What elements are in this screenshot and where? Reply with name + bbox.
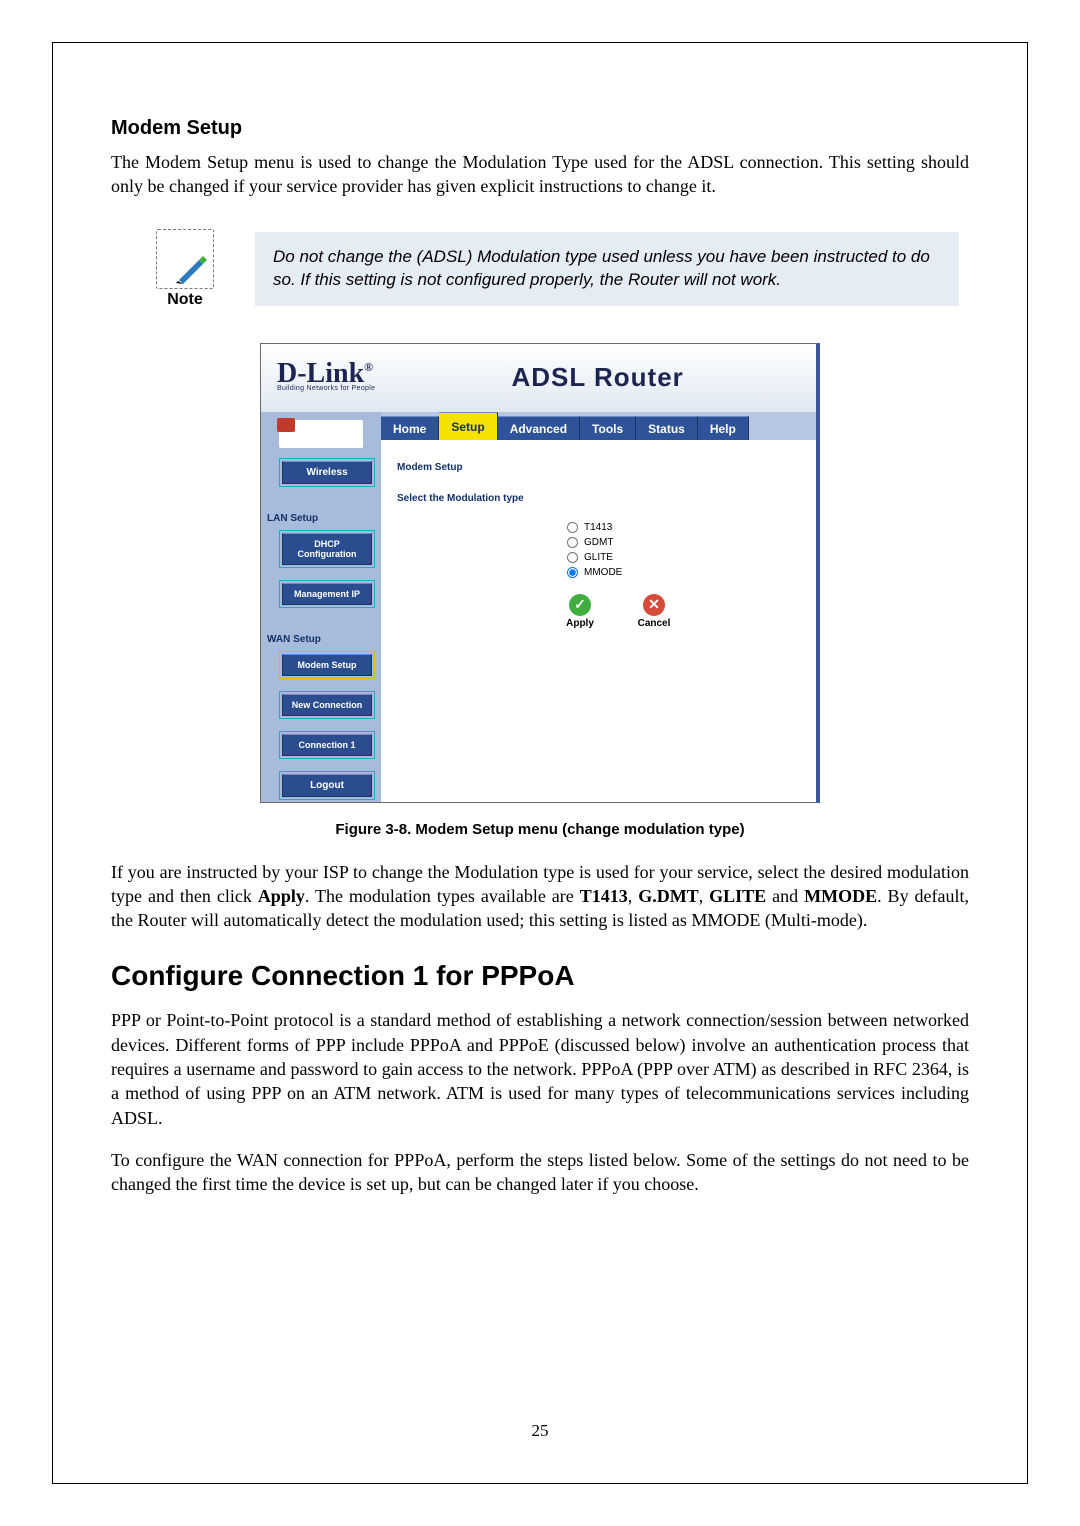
radio-glite[interactable]: GLITE xyxy=(567,552,800,563)
tab-setup[interactable]: Setup xyxy=(439,412,497,440)
radio-t1413[interactable]: T1413 xyxy=(567,522,800,533)
modulation-radio-group: T1413 GDMT GLITE MMODE xyxy=(567,522,800,578)
device-image xyxy=(279,420,363,448)
sidebar: Wireless LAN Setup DHCP Configuration Ma… xyxy=(261,412,381,802)
sidebar-btn-logout[interactable]: Logout xyxy=(282,774,372,797)
post-figure-paragraph: If you are instructed by your ISP to cha… xyxy=(111,860,969,933)
apply-label: Apply xyxy=(557,618,603,629)
sidebar-btn-wireless[interactable]: Wireless xyxy=(282,461,372,484)
sidebar-btn-mgmt-ip[interactable]: Management IP xyxy=(282,583,372,605)
tab-tools[interactable]: Tools xyxy=(580,416,636,440)
dlink-logo: D-Link® Building Networks for People xyxy=(277,363,375,392)
cancel-label: Cancel xyxy=(631,618,677,629)
radio-input-gdmt[interactable] xyxy=(567,537,578,548)
tabs-bar: HomeSetupAdvancedToolsStatusHelp xyxy=(381,412,816,440)
tab-home[interactable]: Home xyxy=(381,416,439,440)
intro-paragraph: The Modem Setup menu is used to change t… xyxy=(111,150,969,199)
radio-mmode[interactable]: MMODE xyxy=(567,567,800,578)
radio-input-glite[interactable] xyxy=(567,552,578,563)
heading-pppoa: Configure Connection 1 for PPPoA xyxy=(111,960,969,992)
check-icon: ✓ xyxy=(569,594,591,616)
page-number: 25 xyxy=(53,1421,1027,1441)
heading-modem-setup: Modem Setup xyxy=(111,117,969,140)
apply-button[interactable]: ✓ Apply xyxy=(557,594,603,629)
tab-advanced[interactable]: Advanced xyxy=(498,416,580,440)
router-header: D-Link® Building Networks for People ADS… xyxy=(261,344,816,412)
radio-gdmt[interactable]: GDMT xyxy=(567,537,800,548)
sidebar-btn-dhcp[interactable]: DHCP Configuration xyxy=(282,533,372,565)
figure-caption: Figure 3-8. Modem Setup menu (change mod… xyxy=(111,821,969,838)
radio-input-t1413[interactable] xyxy=(567,522,578,533)
note-icon-column: Note xyxy=(149,229,221,309)
note-callout: Note Do not change the (ADSL) Modulation… xyxy=(149,229,969,309)
logo-text: D-Link xyxy=(277,358,364,389)
sidebar-btn-connection-1[interactable]: Connection 1 xyxy=(282,734,372,756)
action-row: ✓ Apply ✕ Cancel xyxy=(557,594,800,629)
sidebar-section-wan: WAN Setup xyxy=(267,620,375,651)
tab-status[interactable]: Status xyxy=(636,416,698,440)
note-label: Note xyxy=(149,291,221,309)
radio-label: GDMT xyxy=(584,537,613,548)
radio-input-mmode[interactable] xyxy=(567,567,578,578)
close-icon: ✕ xyxy=(643,594,665,616)
radio-label: MMODE xyxy=(584,567,622,578)
pppoa-para-2: To configure the WAN connection for PPPo… xyxy=(111,1148,969,1197)
router-screenshot: D-Link® Building Networks for People ADS… xyxy=(260,343,820,803)
sidebar-btn-modem-setup[interactable]: Modem Setup xyxy=(282,654,372,676)
pppoa-para-1: PPP or Point-to-Point protocol is a stan… xyxy=(111,1008,969,1129)
cancel-button[interactable]: ✕ Cancel xyxy=(631,594,677,629)
note-text: Do not change the (ADSL) Modulation type… xyxy=(255,232,959,306)
panel-title: Modem Setup xyxy=(397,462,800,473)
notepad-icon xyxy=(156,229,214,289)
router-title: ADSL Router xyxy=(415,362,800,393)
panel-subtitle: Select the Modulation type xyxy=(397,493,800,504)
page-content: Modem Setup The Modem Setup menu is used… xyxy=(52,42,1028,1484)
sidebar-section-lan: LAN Setup xyxy=(267,499,375,530)
main-panel: HomeSetupAdvancedToolsStatusHelp Modem S… xyxy=(381,412,816,802)
tab-help[interactable]: Help xyxy=(698,416,749,440)
radio-label: T1413 xyxy=(584,522,612,533)
radio-label: GLITE xyxy=(584,552,613,563)
sidebar-btn-new-connection[interactable]: New Connection xyxy=(282,694,372,716)
